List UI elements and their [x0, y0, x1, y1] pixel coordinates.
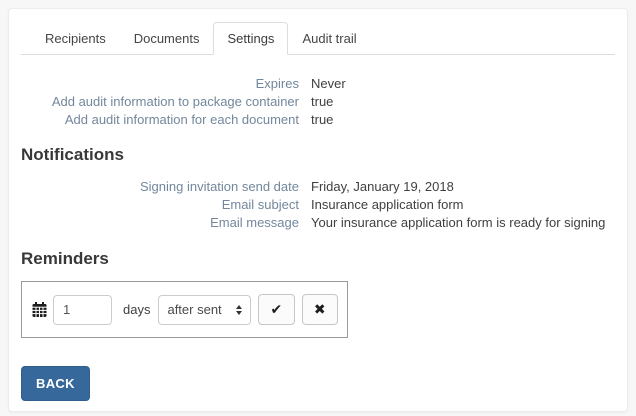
tab-settings[interactable]: Settings [213, 22, 288, 55]
notifications-heading: Notifications [21, 145, 615, 165]
tab-audit-trail[interactable]: Audit trail [288, 22, 370, 55]
expires-value: Never [311, 75, 615, 93]
reminders-heading: Reminders [21, 249, 615, 269]
back-button[interactable]: BACK [21, 366, 90, 401]
reminder-days-unit-label: days [123, 302, 150, 317]
reminder-days-input[interactable] [53, 295, 112, 325]
reminder-editor-row: days after sent ✔ ✖ [21, 281, 348, 338]
send-date-label: Signing invitation send date [21, 178, 299, 196]
email-message-value: Your insurance application form is ready… [311, 214, 615, 232]
reminder-interval-selected-option: after sent [167, 302, 221, 317]
tab-recipients[interactable]: Recipients [31, 22, 120, 55]
tab-bar: Recipients Documents Settings Audit trai… [21, 22, 615, 55]
updown-caret-icon [236, 305, 242, 315]
reminder-confirm-button[interactable]: ✔ [258, 294, 294, 325]
expires-label: Expires [21, 75, 299, 93]
audit-package-value: true [311, 93, 615, 111]
check-icon: ✔ [271, 302, 283, 318]
calendar-icon [32, 302, 47, 318]
audit-document-label: Add audit information for each document [21, 111, 299, 129]
audit-package-label: Add audit information to package contain… [21, 93, 299, 111]
notifications-summary: Signing invitation send date Friday, Jan… [21, 178, 615, 232]
reminder-cancel-button[interactable]: ✖ [302, 294, 338, 325]
reminder-interval-select[interactable]: after sent [158, 295, 251, 325]
email-subject-value: Insurance application form [311, 196, 615, 214]
send-date-value: Friday, January 19, 2018 [311, 178, 615, 196]
x-icon: ✖ [314, 302, 326, 318]
package-details-card: Recipients Documents Settings Audit trai… [8, 8, 628, 412]
email-subject-label: Email subject [21, 196, 299, 214]
email-message-label: Email message [21, 214, 299, 232]
tab-documents[interactable]: Documents [120, 22, 214, 55]
settings-summary: Expires Never Add audit information to p… [21, 75, 615, 129]
audit-document-value: true [311, 111, 615, 129]
